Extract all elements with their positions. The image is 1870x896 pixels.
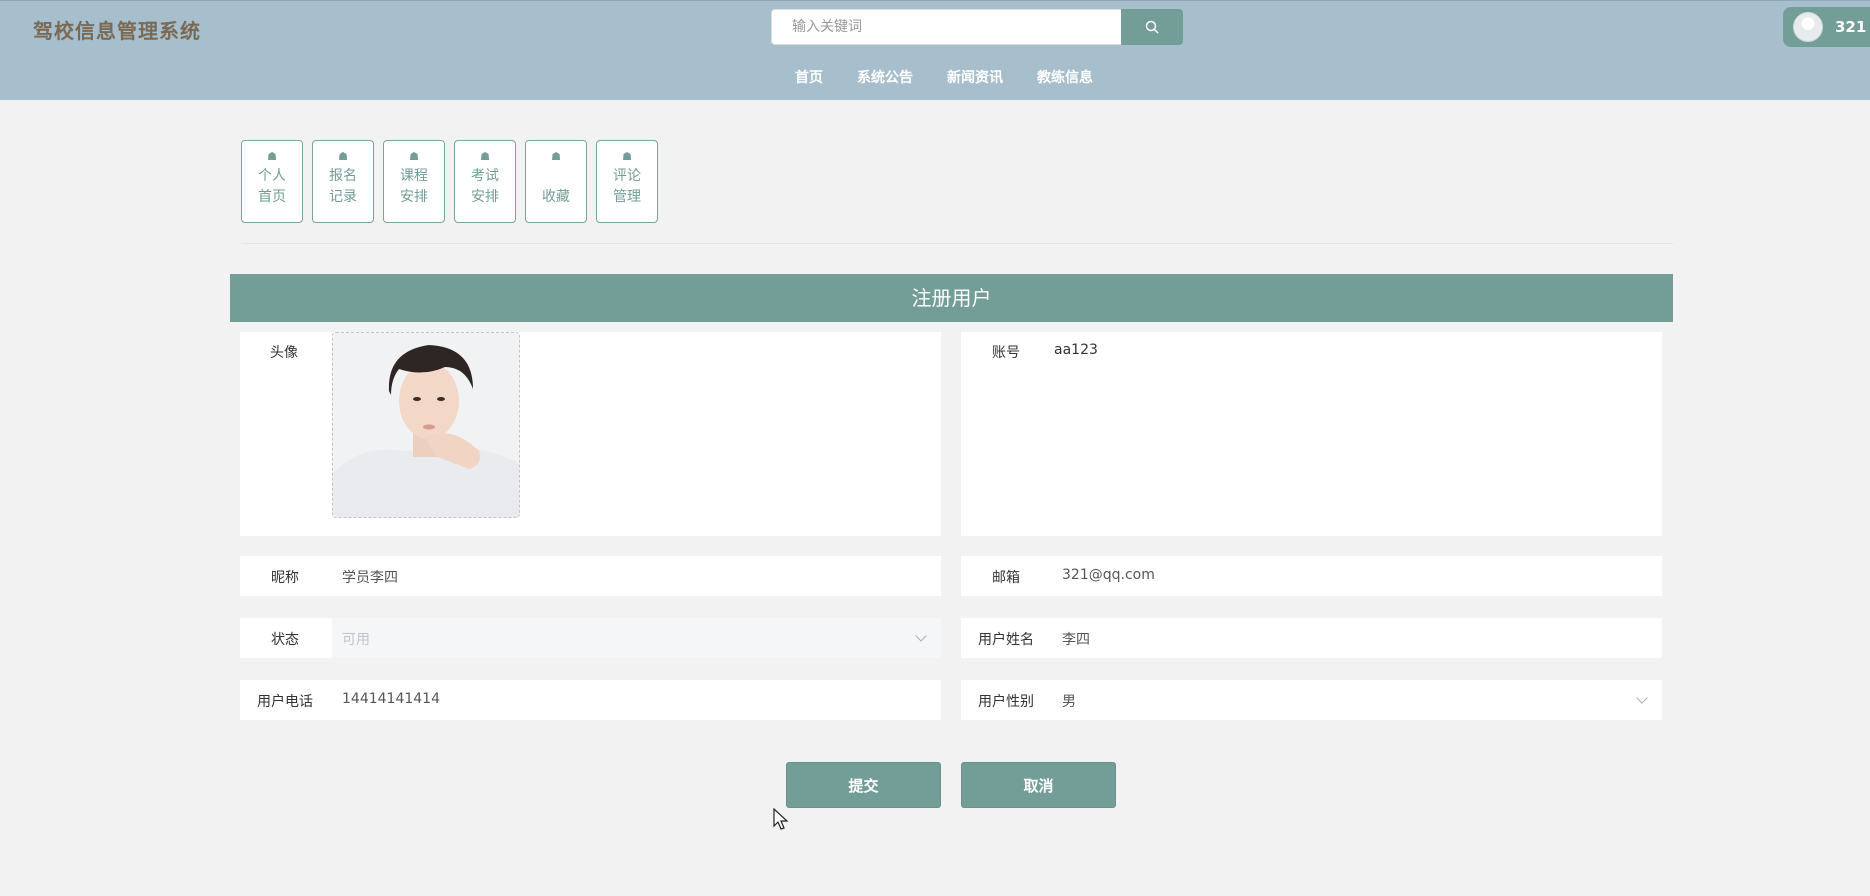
avatar-field: 头像: [240, 332, 941, 536]
account-field: 账号 aa123: [961, 332, 1662, 536]
nav-home[interactable]: 首页: [778, 67, 840, 87]
center-menu: ☗ 个人 首页 ☗ 报名 记录 ☗ 课程 安排 ☗ 考试 安排 ☗ 收藏 ☗ 评论 管理: [241, 140, 658, 223]
phone-label: 用户电话: [257, 694, 313, 710]
menu-label: 个人 首页: [258, 168, 286, 205]
top-header: 驾校信息管理系统 输入关键词 首页 系统公告 新闻资讯 教练信息 321: [0, 0, 1870, 100]
nickname-field: 昵称 学员李四: [240, 556, 941, 596]
avatar: [1793, 12, 1823, 42]
status-value: 可用: [342, 632, 370, 648]
cursor-icon: [773, 808, 789, 830]
avatar-upload[interactable]: [332, 332, 520, 518]
menu-icon: ☗: [338, 150, 348, 163]
user-menu[interactable]: 321: [1783, 7, 1870, 47]
menu-label: 考试 安排: [471, 168, 499, 205]
status-field: 状态 可用: [240, 618, 941, 658]
user-name: 321: [1835, 18, 1867, 36]
menu-label: 课程 安排: [400, 168, 428, 205]
account-value: aa123: [1054, 342, 1098, 358]
nav-announcements[interactable]: 系统公告: [840, 67, 930, 87]
realname-field: 用户姓名 李四: [961, 618, 1662, 658]
search-icon: [1145, 20, 1159, 34]
gender-value: 男: [1062, 694, 1076, 710]
menu-icon: ☗: [409, 150, 419, 163]
menu-icon: ☗: [622, 150, 632, 163]
realname-label: 用户姓名: [978, 632, 1034, 648]
cancel-button[interactable]: 取消: [961, 762, 1116, 808]
menu-registration-records[interactable]: ☗ 报名 记录: [312, 140, 374, 223]
menu-exam-schedule[interactable]: ☗ 考试 安排: [454, 140, 516, 223]
email-input[interactable]: 321@qq.com: [1062, 567, 1155, 583]
nickname-input[interactable]: 学员李四: [342, 567, 398, 587]
status-label: 状态: [271, 632, 299, 648]
avatar-photo: [333, 333, 519, 517]
divider: [241, 243, 1673, 244]
menu-course-schedule[interactable]: ☗ 课程 安排: [383, 140, 445, 223]
gender-label: 用户性别: [978, 694, 1034, 710]
main-nav: 首页 系统公告 新闻资讯 教练信息: [778, 67, 1110, 87]
account-label: 账号: [992, 345, 1020, 361]
email-field: 邮箱 321@qq.com: [961, 556, 1662, 596]
search-button[interactable]: [1121, 9, 1183, 45]
form-title: 注册用户: [230, 274, 1673, 322]
gender-field: 用户性别 男: [961, 680, 1662, 720]
status-select[interactable]: 可用: [332, 618, 941, 658]
chevron-down-icon: [1636, 692, 1648, 704]
menu-icon: ☗: [480, 150, 490, 163]
menu-favorites[interactable]: ☗ 收藏: [525, 140, 587, 223]
avatar-label: 头像: [270, 345, 298, 361]
realname-input[interactable]: 李四: [1062, 629, 1090, 649]
menu-label: 评论 管理: [613, 168, 641, 205]
menu-comment-management[interactable]: ☗ 评论 管理: [596, 140, 658, 223]
submit-button[interactable]: 提交: [786, 762, 941, 808]
menu-personal-home[interactable]: ☗ 个人 首页: [241, 140, 303, 223]
nav-coaches[interactable]: 教练信息: [1020, 67, 1110, 87]
phone-input[interactable]: 14414141414: [342, 691, 440, 707]
chevron-down-icon: [915, 630, 927, 642]
app-title: 驾校信息管理系统: [33, 19, 201, 43]
phone-field: 用户电话 14414141414: [240, 680, 941, 720]
menu-icon: ☗: [267, 150, 277, 163]
email-label: 邮箱: [992, 570, 1020, 586]
search-input[interactable]: 输入关键词: [771, 9, 1123, 45]
menu-label: 收藏: [542, 189, 570, 205]
nickname-label: 昵称: [271, 570, 299, 586]
menu-label: 报名 记录: [329, 168, 357, 205]
gender-select[interactable]: 男: [1053, 680, 1662, 720]
menu-icon: ☗: [551, 150, 561, 163]
nav-news[interactable]: 新闻资讯: [930, 67, 1020, 87]
